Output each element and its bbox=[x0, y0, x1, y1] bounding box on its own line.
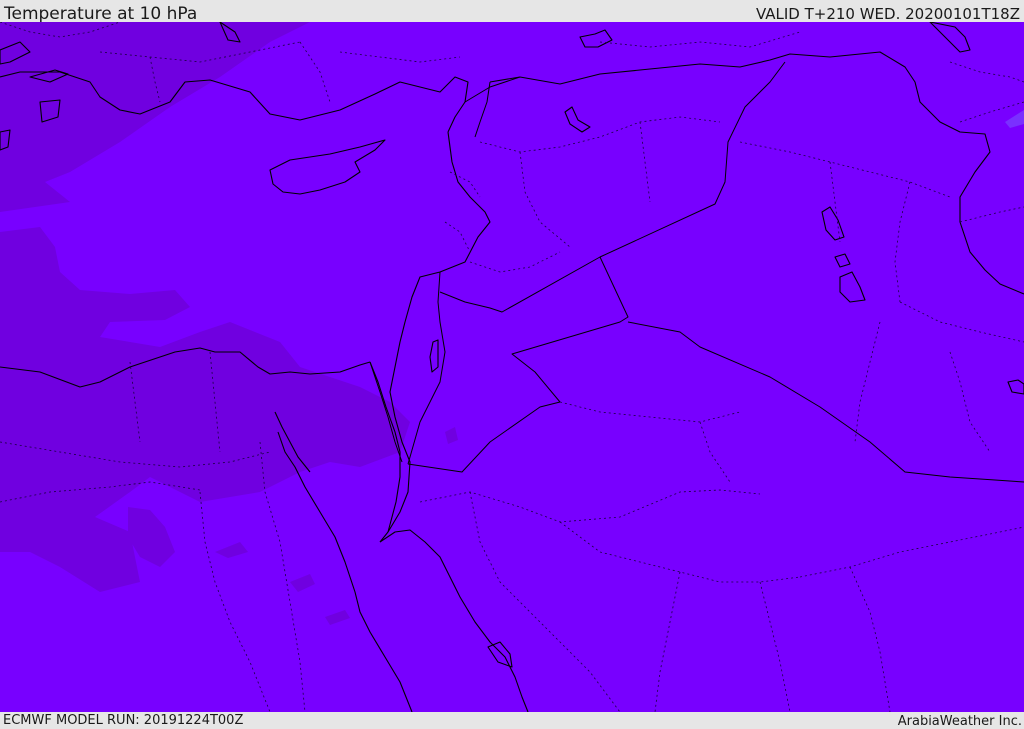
model-run-label: ECMWF MODEL RUN: 20191224T00Z bbox=[3, 713, 244, 728]
footer-bar: ECMWF MODEL RUN: 20191224T00Z ArabiaWeat… bbox=[0, 712, 1024, 729]
map-title: Temperature at 10 hPa bbox=[4, 4, 198, 24]
map-canvas bbox=[0, 22, 1024, 712]
map-svg bbox=[0, 22, 1024, 712]
map-figure: Temperature at 10 hPa VALID T+210 WED. 2… bbox=[0, 0, 1024, 729]
credit-label: ArabiaWeather Inc. bbox=[897, 714, 1022, 729]
valid-time: VALID T+210 WED. 20200101T18Z bbox=[755, 5, 1020, 23]
header-bar: Temperature at 10 hPa VALID T+210 WED. 2… bbox=[0, 0, 1024, 24]
